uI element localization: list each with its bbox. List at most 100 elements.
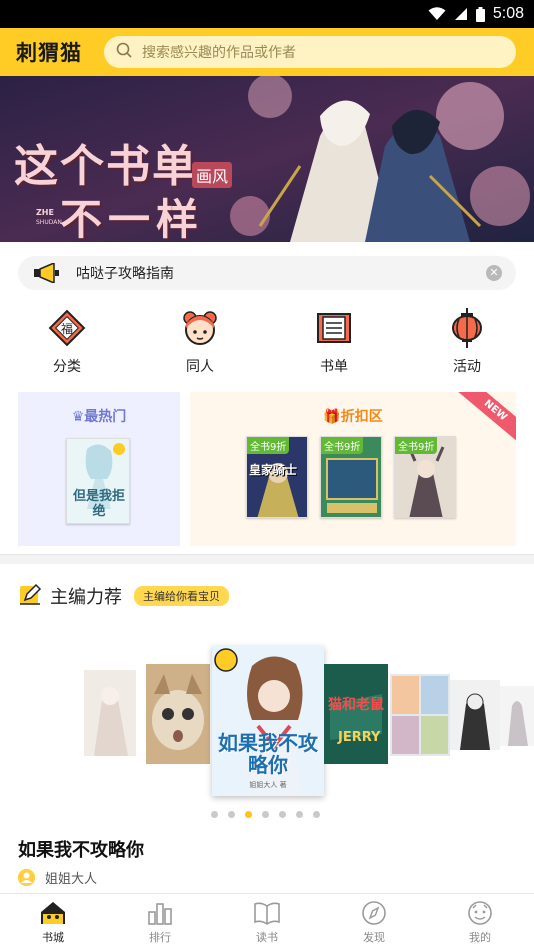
hottest-section[interactable]: ♛最热门 但是我拒绝 [18, 392, 180, 546]
tab-label: 我的 [469, 931, 491, 944]
book-cover[interactable]: 全书9折 [320, 436, 382, 518]
book-carousel[interactable]: 如果我不攻略你 姐姐大人 著 猫和老鼠 JERRY [0, 630, 534, 800]
cover-art [146, 664, 210, 764]
book-icon [254, 902, 280, 925]
category-events[interactable]: 活动 [427, 308, 507, 376]
profile-icon [468, 901, 492, 925]
discount-tag: 全书9折 [321, 437, 364, 454]
signal-icon [454, 7, 468, 21]
cover-art [390, 674, 450, 756]
pencil-icon [18, 582, 42, 610]
category-classify[interactable]: 福 分类 [27, 308, 107, 376]
tab-label: 读书 [256, 931, 278, 944]
lantern-icon [452, 308, 482, 348]
carousel-cover[interactable] [390, 674, 450, 756]
compass-icon [362, 901, 386, 925]
editor-picks-title: 主编力荐 [50, 587, 122, 608]
carousel-dot[interactable] [228, 811, 235, 818]
carousel-dot[interactable] [296, 811, 303, 818]
book-cover[interactable]: 但是我拒绝 [66, 438, 130, 524]
home-icon [41, 902, 65, 924]
carousel-dot[interactable] [262, 811, 269, 818]
announcement-text: 咕哒子攻略指南 [76, 266, 174, 282]
featured-cover-title: 如果我不攻略你 [218, 731, 318, 777]
carousel-dot[interactable] [313, 811, 320, 818]
banner-small-text-1: ZHE [36, 208, 54, 217]
featured-book-author[interactable]: 姐姐大人 [18, 868, 97, 887]
clock: 5:08 [492, 5, 524, 22]
category-label: 同人 [186, 359, 214, 375]
tab-label: 排行 [149, 931, 171, 944]
banner-badge: 画风 [192, 162, 233, 188]
tab-label: 发现 [363, 931, 385, 944]
featured-cover-author: 姐姐大人 著 [249, 781, 287, 789]
discount-tag: 全书9折 [247, 437, 290, 454]
svg-text:福: 福 [61, 321, 73, 336]
crown-icon: ♛ [71, 409, 85, 425]
category-nav: 福 分类 同人 书单 活动 [0, 308, 534, 380]
carousel-cover[interactable] [450, 680, 500, 750]
category-label: 活动 [453, 359, 481, 375]
search-icon [116, 42, 132, 62]
book-cover-title: 皇家骑士 [249, 463, 298, 477]
banner-small-text-2: SHUDAN [36, 219, 62, 226]
close-icon[interactable]: ✕ [486, 265, 502, 281]
search-placeholder: 搜索感兴趣的作品或作者 [142, 45, 296, 61]
book-cover[interactable]: 皇家骑士 全书9折 [246, 436, 308, 518]
cover-text: JERRY [338, 730, 381, 745]
cover-text: 猫和老鼠 [328, 697, 384, 713]
bottom-tab-bar: 书城 排行 读书 发现 我的 [0, 893, 534, 949]
author-name: 姐姐大人 [45, 872, 98, 887]
discount-title: 🎁折扣区 [323, 409, 383, 425]
promo-banner[interactable]: 这个书单 不一样 画风 ZHE SHUDAN [0, 76, 534, 242]
app-header: 刺猬猫 搜索感兴趣的作品或作者 [0, 28, 534, 76]
tab-me[interactable]: 我的 [440, 900, 520, 945]
carousel-cover[interactable]: 猫和老鼠 JERRY [324, 664, 388, 764]
book-cover-title: 但是我拒绝 [72, 489, 125, 519]
category-label: 书单 [320, 359, 348, 375]
section-divider [0, 554, 534, 564]
gift-icon: 🎁 [323, 409, 341, 425]
carousel-dot[interactable] [279, 811, 286, 818]
editor-picks-header: 主编力荐 主编给你看宝贝 [18, 582, 229, 610]
tab-reading[interactable]: 读书 [227, 900, 307, 945]
cover-art [500, 686, 534, 746]
wifi-icon [428, 7, 446, 21]
category-fan[interactable]: 同人 [160, 308, 240, 376]
scroll-icon [317, 313, 351, 343]
tab-discover[interactable]: 发现 [334, 900, 414, 945]
banner-headline-2: 不一样 [60, 195, 205, 242]
carousel-cover[interactable] [146, 664, 210, 764]
tab-ranking[interactable]: 排行 [120, 900, 200, 945]
cover-art [324, 664, 388, 764]
carousel-indicator [211, 811, 330, 818]
carousel-cover[interactable] [500, 686, 534, 746]
status-bar: 5:08 [0, 0, 534, 28]
featured-book-title[interactable]: 如果我不攻略你 [18, 836, 144, 862]
category-booklist[interactable]: 书单 [294, 308, 374, 376]
megaphone-icon [34, 263, 60, 283]
carousel-dot[interactable] [211, 811, 218, 818]
chart-icon [148, 903, 172, 925]
editor-picks-badge: 主编给你看宝贝 [134, 586, 229, 606]
discount-section[interactable]: NEW 🎁折扣区 皇家骑士 全书9折 全书9折 全书9折 [190, 392, 516, 546]
author-avatar-icon [18, 869, 35, 886]
hottest-title: ♛最热门 [71, 409, 127, 425]
character-icon [183, 311, 217, 345]
cover-art [84, 670, 136, 756]
tab-bookstore[interactable]: 书城 [13, 900, 93, 945]
announcement-bar[interactable]: 咕哒子攻略指南 ✕ [18, 256, 516, 290]
battery-icon [475, 6, 485, 22]
book-cover[interactable]: 全书9折 [394, 436, 456, 518]
banner-headline-1: 这个书单 [14, 141, 198, 192]
cover-art [450, 680, 500, 750]
featured-cover[interactable]: 如果我不攻略你 姐姐大人 著 [212, 646, 324, 796]
carousel-cover[interactable] [84, 670, 136, 756]
category-label: 分类 [53, 359, 81, 375]
app-logo: 刺猬猫 [16, 41, 82, 65]
search-bar[interactable]: 搜索感兴趣的作品或作者 [104, 36, 516, 68]
discount-tag: 全书9折 [395, 437, 438, 454]
tab-label: 书城 [42, 931, 64, 944]
fortune-icon: 福 [48, 309, 86, 347]
carousel-dot-active[interactable] [245, 811, 252, 818]
